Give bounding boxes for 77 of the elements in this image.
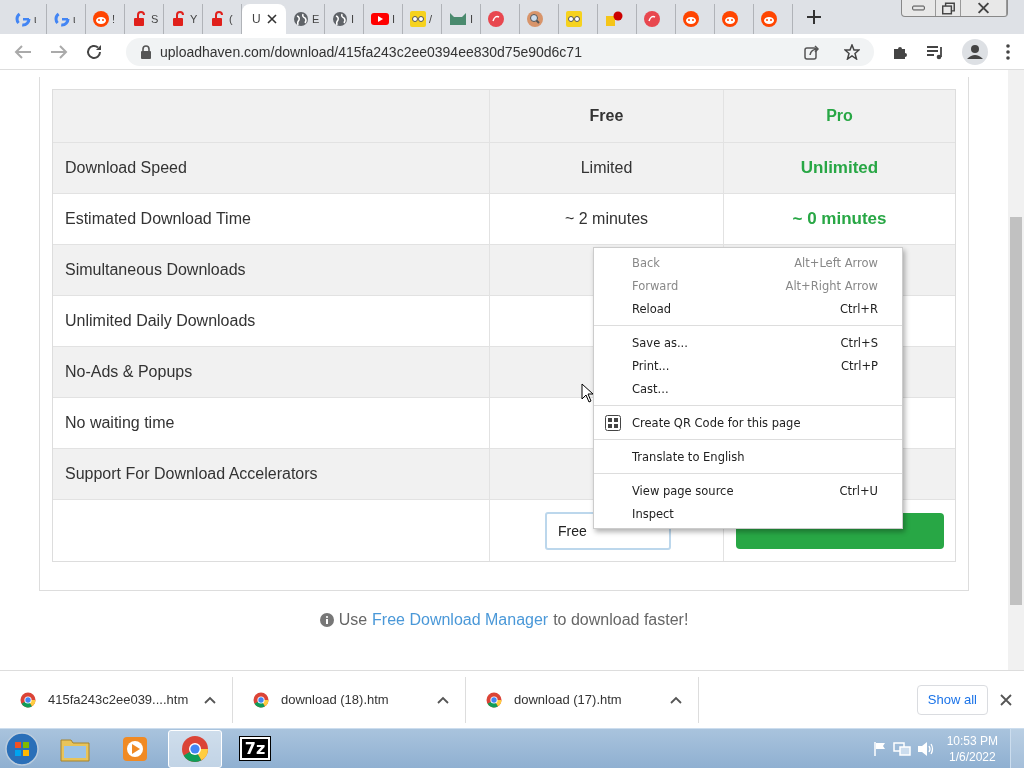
alien-face-icon bbox=[722, 11, 738, 27]
alien-face-icon bbox=[761, 11, 777, 27]
star-icon[interactable] bbox=[844, 43, 860, 60]
taskbar-button[interactable]: 7z bbox=[228, 729, 282, 768]
media-player-icon bbox=[122, 735, 148, 762]
playlist-icon[interactable] bbox=[926, 43, 944, 60]
table-cell-text: Simultaneous Downloads bbox=[64, 260, 247, 280]
network-icon[interactable] bbox=[892, 740, 911, 757]
info-icon bbox=[319, 613, 334, 627]
cat-icon bbox=[449, 11, 467, 27]
scrollbar-thumb[interactable] bbox=[1010, 217, 1022, 605]
chrome-icon bbox=[181, 734, 209, 763]
chrome-icon bbox=[20, 691, 36, 708]
menu-item[interactable]: Translate to English bbox=[594, 445, 902, 468]
padlock-icon bbox=[171, 11, 187, 27]
download-item[interactable]: download (17).htm bbox=[466, 676, 699, 723]
download-item[interactable]: 415fa243c2ee039....htm bbox=[0, 676, 233, 723]
taskbar-button[interactable] bbox=[168, 729, 222, 768]
reload-icon[interactable] bbox=[86, 43, 102, 60]
chrome-icon bbox=[486, 691, 502, 708]
menu-item[interactable]: Print... Ctrl+P bbox=[594, 354, 902, 377]
menu-item[interactable]: View page source Ctrl+U bbox=[594, 479, 902, 502]
table-cell: Unlimited bbox=[723, 143, 955, 193]
shortcut-text: Ctrl+P bbox=[840, 358, 878, 373]
flag-icon[interactable] bbox=[872, 740, 887, 757]
speaker-icon[interactable] bbox=[916, 740, 935, 757]
caret-icon[interactable] bbox=[437, 695, 449, 704]
menu-item[interactable]: Reload Ctrl+R bbox=[594, 297, 902, 320]
magnifier-icon bbox=[527, 11, 543, 27]
swirl-icon bbox=[488, 11, 504, 27]
swirl-icon bbox=[644, 11, 660, 27]
alien-face-icon bbox=[93, 11, 109, 27]
table-cell-text: Download Speed bbox=[64, 158, 188, 178]
show-all-button[interactable]: Show all bbox=[916, 684, 988, 715]
robot-face-icon bbox=[566, 11, 582, 27]
footer-text: to download faster! bbox=[553, 611, 689, 629]
lock-icon bbox=[140, 44, 152, 59]
shortcut-text: Alt+Left Arrow bbox=[794, 255, 878, 270]
play-icon bbox=[371, 12, 389, 26]
download-item[interactable]: download (18).htm bbox=[233, 676, 466, 723]
padlock-icon bbox=[132, 11, 148, 27]
close-icon[interactable] bbox=[1000, 693, 1012, 706]
alien-face-icon bbox=[683, 11, 699, 27]
address-bar[interactable]: uploadhaven.com/download/415fa243c2ee0394ee830d75e90d6c71 bbox=[126, 37, 874, 66]
table-cell-text: Unlimited Daily Downloads bbox=[64, 311, 257, 331]
menu-item[interactable]: Create QR Code for this page bbox=[594, 411, 902, 434]
footer-text: Use bbox=[338, 611, 368, 629]
share-icon[interactable] bbox=[804, 43, 820, 60]
new-tab-icon[interactable] bbox=[807, 10, 821, 24]
table-cell-text: Estimated Download Time bbox=[64, 209, 252, 229]
menu-item[interactable]: Save as... Ctrl+S bbox=[594, 331, 902, 354]
forward-icon[interactable] bbox=[50, 43, 68, 60]
shortcut-text: Alt+Right Arrow bbox=[785, 278, 878, 293]
caret-icon[interactable] bbox=[670, 695, 682, 704]
profile-icon[interactable] bbox=[962, 38, 988, 65]
padlock-icon bbox=[210, 11, 226, 27]
menu-icon[interactable] bbox=[1006, 43, 1010, 60]
badge-icon bbox=[605, 11, 623, 27]
menu-item[interactable]: Cast... bbox=[594, 377, 902, 400]
globe-icon bbox=[293, 11, 309, 27]
globe-icon bbox=[332, 11, 348, 27]
scrollbar[interactable] bbox=[1008, 70, 1024, 670]
table-cell-text: No-Ads & Popups bbox=[64, 362, 194, 382]
robot-face-icon bbox=[410, 11, 426, 27]
back-icon[interactable] bbox=[14, 43, 32, 60]
caret-icon[interactable] bbox=[204, 695, 216, 704]
qr-code-icon bbox=[605, 414, 621, 431]
shortcut-text: Ctrl+S bbox=[840, 335, 878, 350]
table-cell-text: No waiting time bbox=[64, 413, 176, 433]
shortcut-text: Ctrl+R bbox=[839, 301, 878, 316]
table-cell: Limited bbox=[489, 143, 723, 193]
close-icon[interactable] bbox=[266, 14, 277, 24]
chrome-icon bbox=[253, 691, 269, 708]
table-cell-text: Support For Download Accelerators bbox=[64, 464, 319, 484]
start-orb-icon[interactable] bbox=[2, 730, 42, 767]
browser-tab[interactable]: U bbox=[242, 4, 286, 34]
shortcut-text: Ctrl+U bbox=[839, 483, 878, 498]
